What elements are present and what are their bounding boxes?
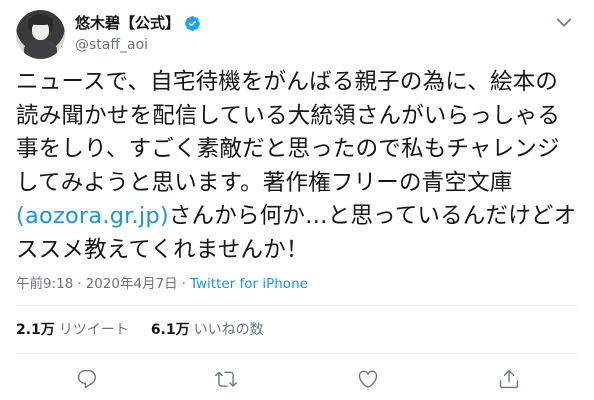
chevron-down-icon[interactable] [554, 12, 574, 32]
aozora-link[interactable]: aozora.gr.jp [25, 203, 160, 229]
heart-icon [358, 370, 378, 388]
tweet-line-with-link: (aozora.gr.jp)さんから何か…と思っているんだけどオ [16, 200, 582, 234]
divider [16, 353, 578, 354]
tweet-header: 悠木碧【公式】 @staff_aoi [16, 10, 578, 60]
tweet-line: してみようと思います。著作権フリーの青空文庫 [16, 169, 513, 196]
tweet-line: ニュースで、自宅待機をがんばる親子の為に、絵本の [16, 69, 559, 95]
share-icon [499, 370, 519, 389]
tweet-line: 読み聞かせを配信している大統領さんがいらっしゃる [16, 102, 561, 129]
retweet-stat[interactable]: 2.1万 リツイート [16, 320, 129, 340]
like-button[interactable] [357, 368, 381, 392]
tweet-source[interactable]: Twitter for iPhone [190, 275, 308, 293]
tweet-line: ススメ教えてくれませんか！ [16, 236, 309, 263]
display-name[interactable]: 悠木碧【公式】 [75, 13, 180, 33]
tweet-line-rest: さんから何か…と思っているんだけどオ [168, 203, 577, 229]
avatar[interactable] [16, 10, 65, 59]
tweet-stats: 2.1万 リツイート 6.1万 いいねの数 [16, 320, 264, 340]
reply-icon [77, 370, 97, 389]
meta-separator: · [77, 276, 82, 292]
author-info: 悠木碧【公式】 @staff_aoi [75, 13, 201, 55]
action-bar [0, 360, 594, 400]
like-label: いいねの数 [193, 322, 264, 338]
tweet-text: ニュースで、自宅待機をがんばる親子の為に、絵本の 読み聞かせを配信している大統領… [16, 66, 582, 267]
divider [16, 305, 578, 306]
tweet-date[interactable]: 2020年4月7日 [86, 275, 178, 293]
tweet-card: 悠木碧【公式】 @staff_aoi ニュースで、自宅待機をがんばる親子の為に、… [0, 0, 594, 400]
tweet-line: 事をしり、すごく素敵だと思ったので私もチャレンジ [16, 136, 560, 162]
link-close-paren: ) [159, 203, 169, 229]
retweet-count: 2.1万 [16, 322, 55, 338]
meta-separator: · [181, 276, 186, 292]
like-count: 6.1万 [150, 322, 190, 338]
like-stat[interactable]: 6.1万 いいねの数 [151, 320, 264, 340]
retweet-label: リツイート [58, 322, 129, 338]
tweet-time[interactable]: 午前9:18 [16, 275, 73, 293]
link-open-paren: ( [16, 203, 25, 229]
retweet-icon [215, 371, 237, 387]
verified-badge-icon [185, 15, 200, 31]
reply-button[interactable] [76, 368, 100, 392]
user-handle[interactable]: @staff_aoi [75, 35, 201, 55]
tweet-meta: 午前9:18 · 2020年4月7日 · Twitter for iPhone [16, 275, 308, 293]
retweet-button[interactable] [215, 368, 239, 392]
share-button[interactable] [498, 368, 522, 392]
display-name-row[interactable]: 悠木碧【公式】 [75, 13, 201, 33]
